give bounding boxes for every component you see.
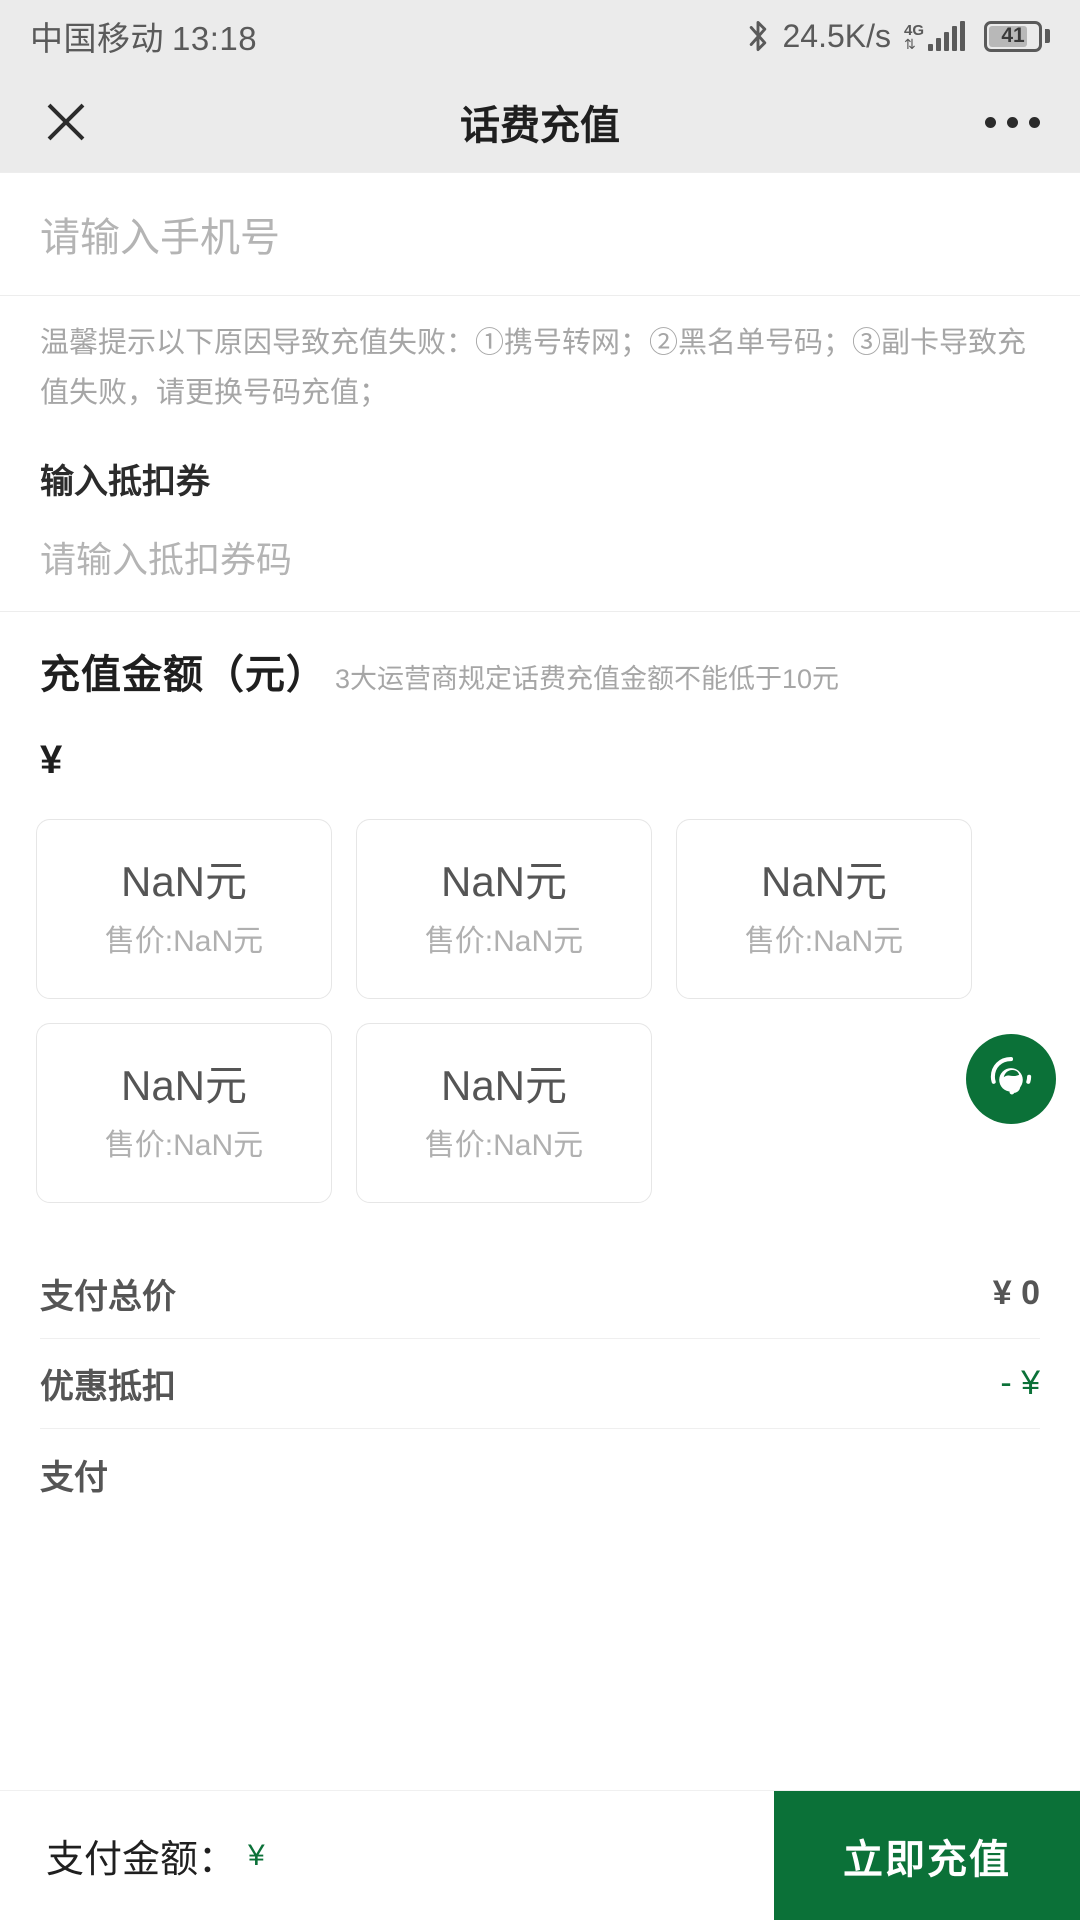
- amount-option-card[interactable]: NaN元 售价:NaN元: [356, 819, 652, 999]
- signal-strength-bars: [928, 21, 965, 51]
- more-options-icon[interactable]: [985, 116, 1040, 128]
- coupon-code-placeholder: 请输入抵扣券码: [40, 539, 293, 580]
- summary-value: ¥ 0: [992, 1274, 1040, 1312]
- summary-value: - ¥: [1000, 1364, 1040, 1402]
- coupon-code-field[interactable]: 请输入抵扣券码: [0, 503, 1080, 611]
- bottom-action-bar: 支付金额： ¥ 立即充值: [0, 1790, 1080, 1920]
- card-face-value: NaN元: [120, 1061, 248, 1109]
- currency-symbol: ¥: [40, 738, 63, 782]
- clock-label: 13:18: [172, 20, 258, 57]
- app-screen: 中国移动 13:18 24.5K/s 4G ⇅ 41 话费充值 请输入手机号 温…: [0, 0, 1080, 1920]
- pay-amount-label: 支付金额：: [46, 1839, 237, 1881]
- amount-input[interactable]: [78, 738, 1040, 783]
- page-title: 话费充值: [460, 104, 620, 148]
- customer-service-headset-icon[interactable]: [966, 1034, 1056, 1124]
- card-face-value: NaN元: [440, 1061, 568, 1109]
- card-face-value: NaN元: [440, 857, 568, 905]
- battery-cap: [1045, 29, 1050, 43]
- summary-row-discount: 优惠抵扣 - ¥: [40, 1339, 1040, 1429]
- headset-glyph: [990, 1057, 1032, 1095]
- card-sale-price: 售价:NaN元: [744, 925, 904, 959]
- amount-option-card[interactable]: NaN元 售价:NaN元: [676, 819, 972, 999]
- summary-label: 支付总价: [40, 1278, 176, 1316]
- battery-body: 41: [984, 20, 1042, 52]
- nav-bar: 话费充值: [0, 72, 1080, 172]
- amount-options-grid: NaN元 售价:NaN元 NaN元 售价:NaN元 NaN元 售价:NaN元 N…: [0, 813, 1080, 1203]
- summary-row-payment: 支付: [40, 1429, 1040, 1519]
- amount-option-card[interactable]: NaN元 售价:NaN元: [356, 1023, 652, 1203]
- bluetooth-icon: [750, 20, 767, 52]
- amount-input-row[interactable]: ¥: [0, 700, 1080, 813]
- pay-amount-display: 支付金额： ¥: [0, 1791, 774, 1920]
- phone-number-placeholder: 请输入手机号: [40, 216, 280, 260]
- summary-label: 支付: [40, 1458, 108, 1497]
- card-sale-price: 售价:NaN元: [104, 1129, 264, 1163]
- status-bar-left: 中国移动 13:18: [30, 12, 257, 60]
- battery-level-label: 41: [1001, 24, 1025, 47]
- card-sale-price: 售价:NaN元: [424, 1129, 584, 1163]
- summary-label: 优惠抵扣: [40, 1368, 176, 1406]
- network-type-indicator: 4G ⇅: [903, 23, 924, 52]
- network-speed-label: 24.5K/s: [782, 17, 891, 54]
- card-face-value: NaN元: [760, 857, 888, 905]
- coupon-section-title: 输入抵扣券: [40, 463, 210, 501]
- amount-section-hint: 3大运营商规定话费充值金额不能低于10元: [335, 664, 840, 694]
- order-summary: 支付总价 ¥ 0 优惠抵扣 - ¥ 支付: [0, 1249, 1080, 1519]
- summary-row-total: 支付总价 ¥ 0: [40, 1249, 1040, 1339]
- amount-section-title: 充值金额（元）: [40, 653, 327, 697]
- status-bar: 中国移动 13:18 24.5K/s 4G ⇅ 41: [0, 0, 1080, 72]
- card-sale-price: 售价:NaN元: [424, 925, 584, 959]
- amount-option-card[interactable]: NaN元 售价:NaN元: [36, 1023, 332, 1203]
- amount-option-card[interactable]: NaN元 售价:NaN元: [36, 819, 332, 999]
- phone-number-field[interactable]: 请输入手机号: [0, 173, 1080, 295]
- carrier-label: 中国移动: [30, 20, 164, 57]
- signal-bars-icon: 4G ⇅: [904, 21, 965, 51]
- pay-amount-currency: ¥: [248, 1838, 265, 1872]
- battery-icon: 41: [984, 20, 1050, 52]
- card-face-value: NaN元: [120, 857, 248, 905]
- status-bar-right: 24.5K/s 4G ⇅ 41: [747, 18, 1050, 55]
- amount-section-header: 充值金额（元） 3大运营商规定话费充值金额不能低于10元: [0, 612, 1080, 700]
- warning-tip-text: 温馨提示以下原因导致充值失败：①携号转网；②黑名单号码；③副卡导致充值失败，请更…: [40, 327, 1027, 409]
- recharge-now-button[interactable]: 立即充值: [774, 1791, 1080, 1920]
- card-sale-price: 售价:NaN元: [104, 925, 264, 959]
- data-arrows-icon: ⇅: [903, 36, 916, 52]
